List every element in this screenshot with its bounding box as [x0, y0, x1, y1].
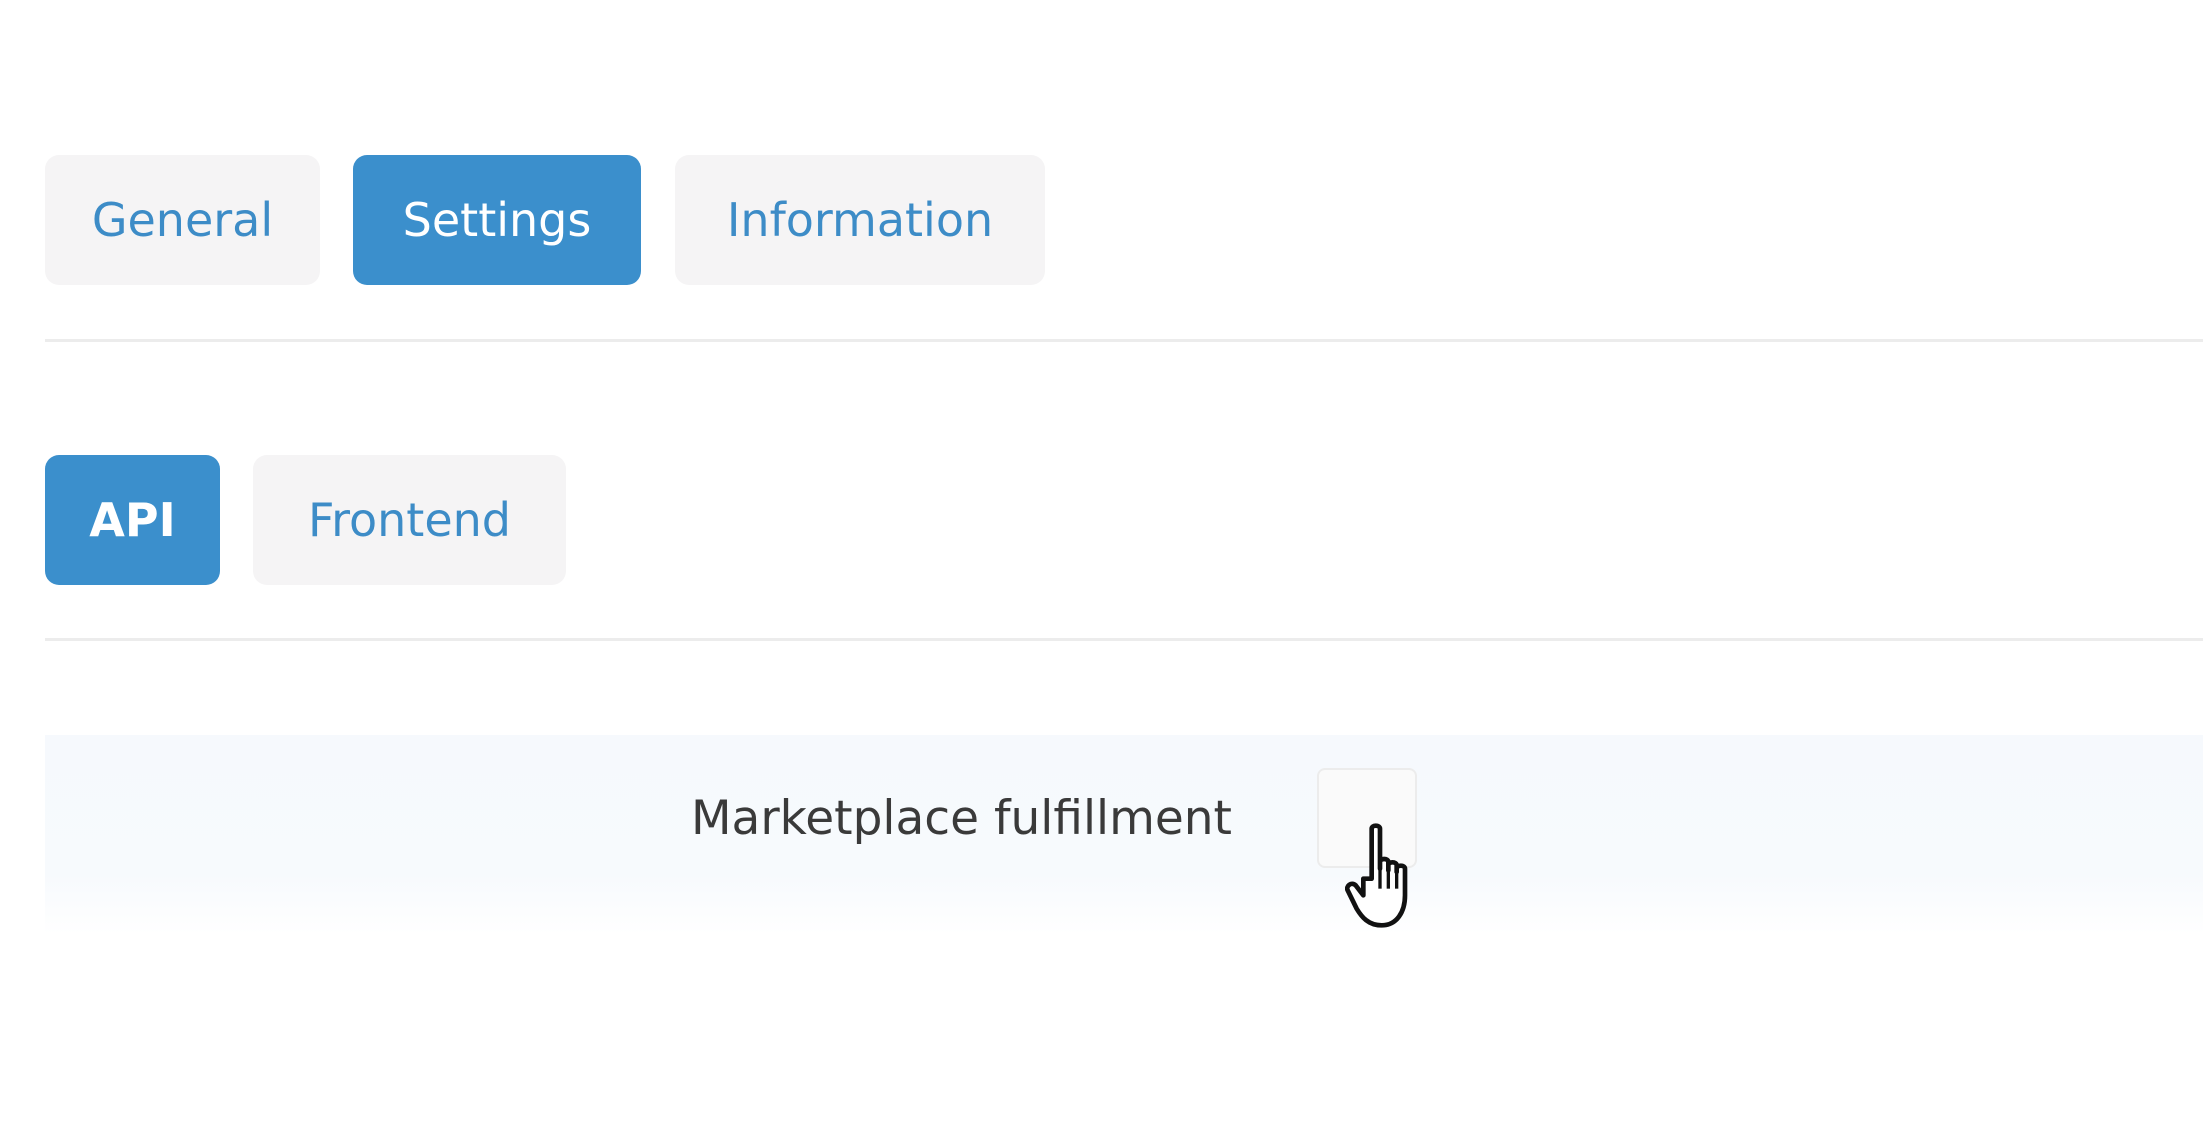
marketplace-fulfillment-label: Marketplace fulfillment — [691, 791, 1232, 846]
primary-tab-bar: General Settings Information — [45, 155, 1045, 285]
secondary-tab-bar: API Frontend — [45, 455, 566, 585]
primary-tabs-divider — [45, 339, 2203, 342]
tab-settings[interactable]: Settings — [353, 155, 641, 285]
secondary-tabs-divider — [45, 638, 2203, 641]
settings-page: General Settings Information API Fronten… — [0, 0, 2203, 1138]
tab-api[interactable]: API — [45, 455, 220, 585]
tab-information[interactable]: Information — [675, 155, 1045, 285]
marketplace-fulfillment-row: Marketplace fulfillment — [45, 735, 2203, 935]
tab-frontend[interactable]: Frontend — [253, 455, 566, 585]
tab-general[interactable]: General — [45, 155, 320, 285]
marketplace-fulfillment-checkbox[interactable] — [1317, 768, 1417, 868]
